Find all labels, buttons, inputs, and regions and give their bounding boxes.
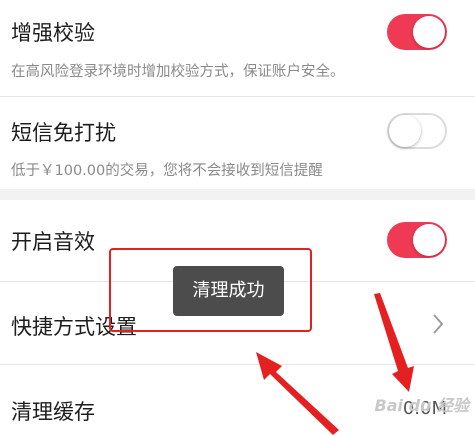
- toggle-knob: [389, 115, 421, 147]
- setting-row-enhanced-verification: 增强校验 在高风险登录环境时增加校验方式，保证账户安全。: [0, 0, 475, 95]
- setting-title: 短信免打扰: [11, 121, 116, 145]
- setting-description: 低于￥100.00的交易，您将不会接收到短信提醒: [11, 163, 323, 179]
- setting-title: 清理缓存: [11, 400, 95, 424]
- toggle-knob: [413, 224, 445, 256]
- sms-no-disturb-toggle[interactable]: [387, 113, 447, 149]
- toggle-knob: [413, 16, 445, 48]
- watermark: Bai du 经验: [374, 396, 469, 415]
- enhanced-verification-toggle[interactable]: [387, 14, 447, 50]
- setting-description: 在高风险登录环境时增加校验方式，保证账户安全。: [11, 64, 345, 80]
- chevron-right-icon: [433, 314, 444, 334]
- sound-effects-toggle[interactable]: [387, 222, 447, 258]
- setting-title: 增强校验: [11, 21, 95, 45]
- annotation-highlight-box: [109, 248, 312, 332]
- section-gap: [0, 189, 475, 200]
- setting-row-sms-no-disturb: 短信免打扰 低于￥100.00的交易，您将不会接收到短信提醒: [0, 97, 475, 189]
- setting-title: 开启音效: [11, 230, 95, 254]
